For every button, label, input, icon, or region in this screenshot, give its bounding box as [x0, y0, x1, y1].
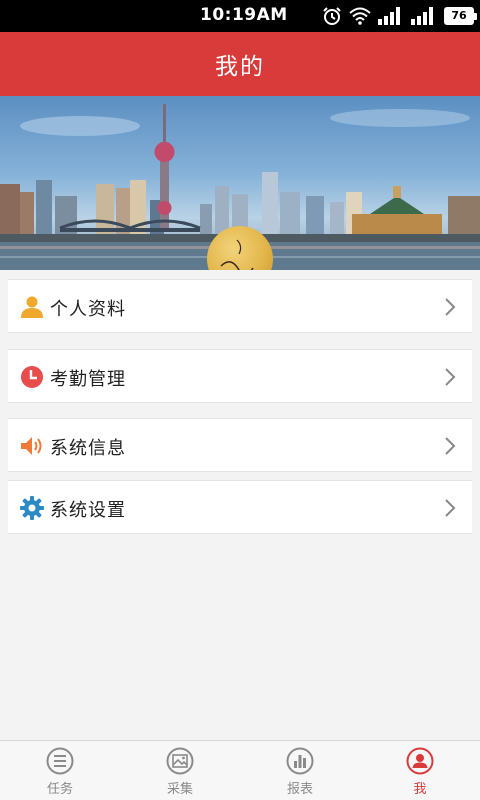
menu-item-label: 考勤管理: [50, 369, 126, 390]
signal-icon: [378, 7, 400, 25]
nav-label: 报表: [286, 782, 313, 797]
nav-label: 我: [413, 782, 427, 797]
gear-icon: [20, 496, 44, 520]
bottom-nav: 任务 采集 报表 我: [0, 740, 480, 800]
status-time: 10:19AM: [200, 5, 288, 25]
menu-item-settings[interactable]: 系统设置: [8, 480, 472, 534]
menu-item-system-info[interactable]: 系统信息: [8, 418, 472, 472]
speaker-icon: [21, 437, 42, 455]
menu-item-attendance[interactable]: 考勤管理: [8, 349, 472, 403]
page-title: 我的: [215, 54, 265, 80]
menu-item-label: 系统设置: [50, 500, 126, 521]
header: 我的: [0, 32, 480, 96]
menu-item-label: 个人资料: [50, 299, 126, 320]
nav-item-collect[interactable]: 采集: [120, 741, 240, 800]
user-icon: [406, 747, 434, 775]
battery-icon: 76: [444, 7, 477, 25]
chevron-right-icon: [445, 368, 456, 386]
signal-icon: [411, 7, 433, 25]
nav-item-reports[interactable]: 报表: [240, 741, 360, 800]
menu-item-profile[interactable]: 个人资料: [8, 279, 472, 333]
status-icons: 76: [322, 6, 477, 26]
person-icon: [21, 296, 43, 318]
menu-item-label: 系统信息: [50, 438, 126, 459]
chevron-right-icon: [445, 437, 456, 455]
profile-banner: 孙伟: [0, 96, 480, 270]
status-bar: 10:19AM 76: [0, 0, 480, 32]
image-icon: [166, 747, 194, 775]
nav-label: 采集: [166, 782, 193, 797]
chevron-right-icon: [445, 298, 456, 316]
nav-label: 任务: [46, 782, 73, 797]
nav-item-me[interactable]: 我: [360, 741, 480, 800]
wifi-icon: [349, 7, 371, 25]
chart-icon: [286, 747, 314, 775]
alarm-icon: [323, 7, 341, 25]
clock-icon: [21, 366, 43, 388]
chevron-right-icon: [445, 499, 456, 517]
list-icon: [46, 747, 74, 775]
nav-item-tasks[interactable]: 任务: [0, 741, 120, 800]
